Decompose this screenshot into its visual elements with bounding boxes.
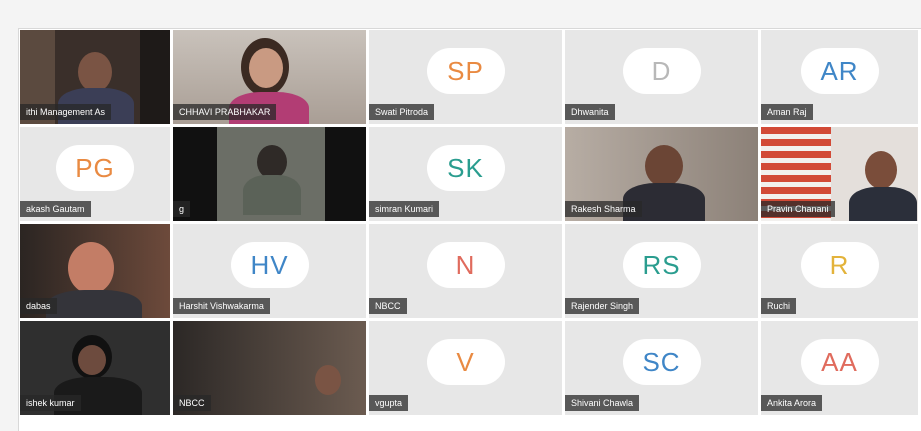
- participant-name: Pravin Chanani: [761, 201, 835, 217]
- participant-name: simran Kumari: [369, 201, 440, 217]
- participant-tile[interactable]: RS Rajender Singh: [565, 224, 761, 321]
- participant-name: Aman Raj: [761, 104, 813, 120]
- participant-tile[interactable]: D Dhwanita: [565, 30, 761, 127]
- participant-name: Swati Pitroda: [369, 104, 435, 120]
- participant-tile[interactable]: PG akash Gautam: [20, 127, 173, 224]
- participant-tile[interactable]: N NBCC: [369, 224, 565, 321]
- participant-name: ishek kumar: [20, 395, 81, 411]
- participant-tile[interactable]: Rakesh Sharma: [565, 127, 761, 224]
- participant-tile[interactable]: AA Ankita Arora: [761, 321, 921, 418]
- avatar-initials: AA: [800, 339, 879, 386]
- avatar-initials: SP: [426, 48, 505, 95]
- participant-grid: ithi Management As CHHAVI PRABHAKAR SP S…: [20, 30, 921, 418]
- participant-name: Harshit Vishwakarma: [173, 298, 270, 314]
- participant-tile[interactable]: CHHAVI PRABHAKAR: [173, 30, 369, 127]
- avatar-initials: D: [622, 48, 701, 95]
- participant-tile[interactable]: g: [173, 127, 369, 224]
- avatar-initials: RS: [622, 242, 701, 289]
- avatar-initials: HV: [230, 242, 309, 289]
- participant-name: Ankita Arora: [761, 395, 823, 411]
- avatar-initials: R: [800, 242, 879, 289]
- participant-name: ithi Management As: [20, 104, 112, 120]
- participant-tile[interactable]: R Ruchi: [761, 224, 921, 321]
- participant-name: Rakesh Sharma: [565, 201, 642, 217]
- participant-tile[interactable]: SC Shivani Chawla: [565, 321, 761, 418]
- participant-tile[interactable]: SP Swati Pitroda: [369, 30, 565, 127]
- avatar-initials: PG: [56, 145, 134, 192]
- participant-name: NBCC: [369, 298, 407, 314]
- participant-tile[interactable]: HV Harshit Vishwakarma: [173, 224, 369, 321]
- participant-name: Rajender Singh: [565, 298, 640, 314]
- participant-name: Dhwanita: [565, 104, 615, 120]
- participant-tile[interactable]: AR Aman Raj: [761, 30, 921, 127]
- video-feed: [173, 127, 366, 221]
- participant-name: Ruchi: [761, 298, 797, 314]
- participant-name: vgupta: [369, 395, 409, 411]
- participant-tile[interactable]: ithi Management As: [20, 30, 173, 127]
- participant-tile[interactable]: V vgupta: [369, 321, 565, 418]
- avatar-initials: SC: [622, 339, 701, 386]
- avatar-initials: V: [426, 339, 505, 386]
- avatar-initials: SK: [426, 145, 505, 192]
- participant-name: akash Gautam: [20, 201, 91, 217]
- participant-tile[interactable]: ishek kumar: [20, 321, 173, 418]
- participant-name: dabas: [20, 298, 57, 314]
- participant-name: g: [173, 201, 191, 217]
- participant-tile[interactable]: Pravin Chanani: [761, 127, 921, 224]
- participant-tile[interactable]: dabas: [20, 224, 173, 321]
- participant-tile[interactable]: SK simran Kumari: [369, 127, 565, 224]
- participant-tile[interactable]: NBCC: [173, 321, 369, 418]
- avatar-initials: N: [426, 242, 505, 289]
- participant-name: NBCC: [173, 395, 211, 411]
- participant-name: Shivani Chawla: [565, 395, 640, 411]
- participant-name: CHHAVI PRABHAKAR: [173, 104, 277, 120]
- avatar-initials: AR: [800, 48, 879, 95]
